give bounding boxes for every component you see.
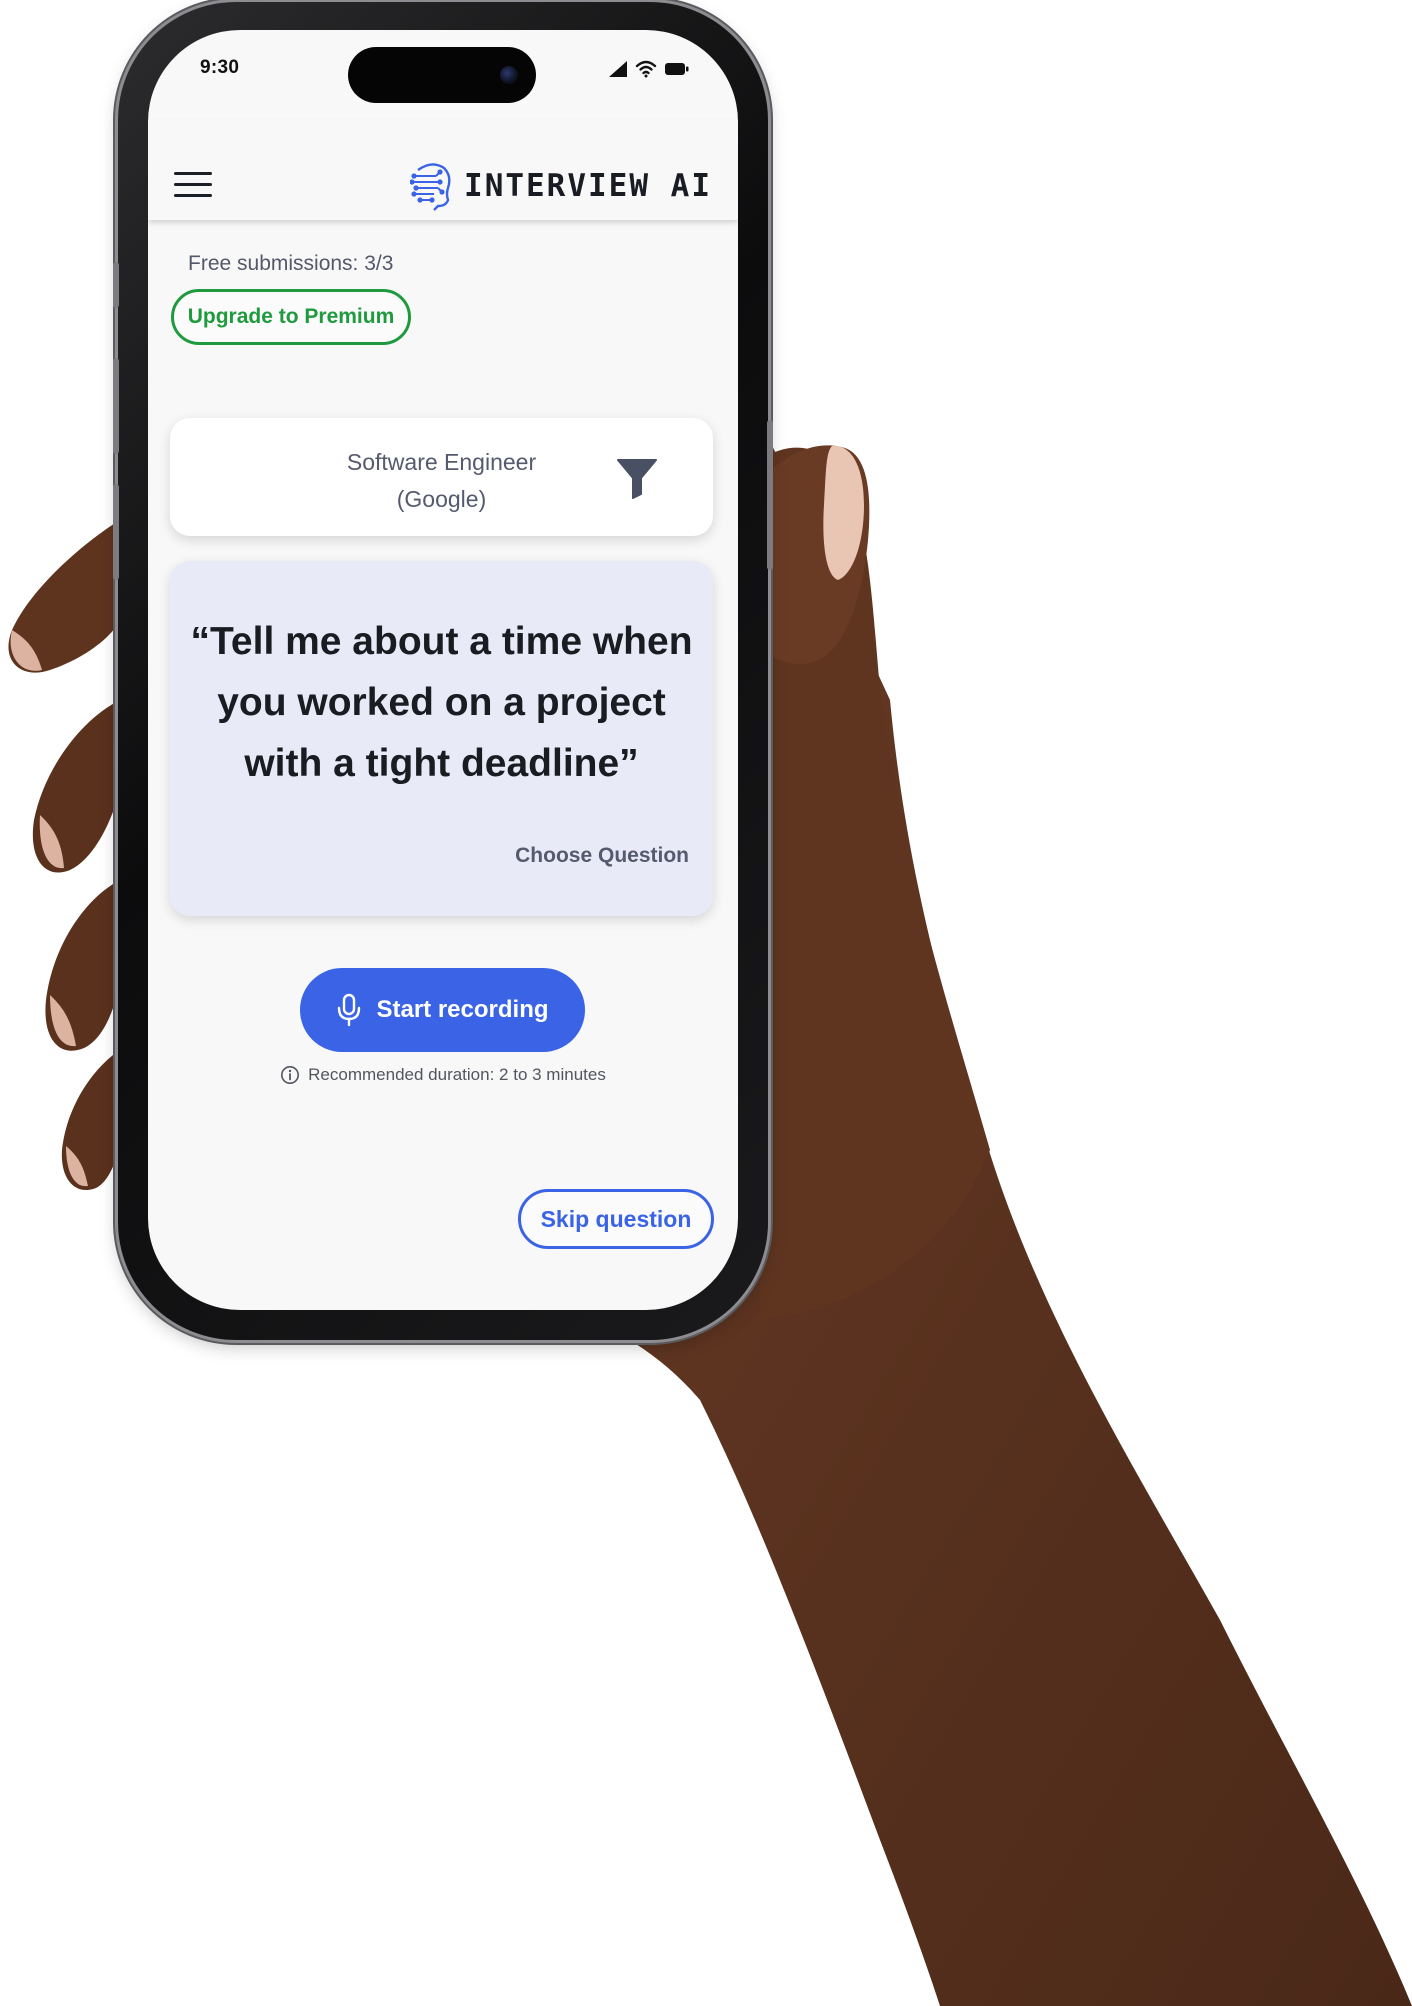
phone-action-button xyxy=(113,262,119,308)
info-circle-icon xyxy=(281,1066,300,1084)
phone-volume-up-button xyxy=(113,358,119,454)
filter-funnel-icon[interactable] xyxy=(615,456,659,500)
skip-question-button[interactable]: Skip question xyxy=(518,1189,714,1249)
duration-hint-text: Recommended duration: 2 to 3 minutes xyxy=(308,1065,606,1084)
duration-hint: Recommended duration: 2 to 3 minutes xyxy=(148,1065,738,1085)
free-submissions-counter: Free submissions: 3/3 xyxy=(188,252,394,275)
role-selector-card[interactable]: Software Engineer (Google) xyxy=(170,418,713,536)
phone-screen: 9:30 INTERVIEW AI Free submissions: 3/3 … xyxy=(148,30,738,1310)
wifi-icon xyxy=(635,60,657,78)
battery-icon xyxy=(665,63,689,75)
brand-name: INTERVIEW AI xyxy=(464,168,712,204)
upgrade-premium-button[interactable]: Upgrade to Premium xyxy=(171,289,411,345)
question-card: “Tell me about a time when you worked on… xyxy=(170,561,713,916)
status-time: 9:30 xyxy=(200,57,240,78)
choose-question-link[interactable]: Choose Question xyxy=(515,844,689,868)
question-text: “Tell me about a time when you worked on… xyxy=(190,620,693,785)
phone-volume-down-button xyxy=(113,484,119,580)
front-camera xyxy=(500,66,518,84)
app-logo: INTERVIEW AI xyxy=(410,160,712,212)
cellular-signal-icon xyxy=(609,61,627,77)
start-recording-button[interactable]: Start recording xyxy=(300,968,585,1052)
hamburger-menu-icon[interactable] xyxy=(174,170,212,200)
app-header: INTERVIEW AI xyxy=(148,120,738,220)
start-recording-label: Start recording xyxy=(376,996,549,1023)
circuit-brain-icon xyxy=(410,163,451,211)
phone-power-button xyxy=(767,420,773,570)
status-icons xyxy=(608,60,690,78)
dynamic-island xyxy=(348,47,536,103)
microphone-icon xyxy=(338,993,361,1027)
